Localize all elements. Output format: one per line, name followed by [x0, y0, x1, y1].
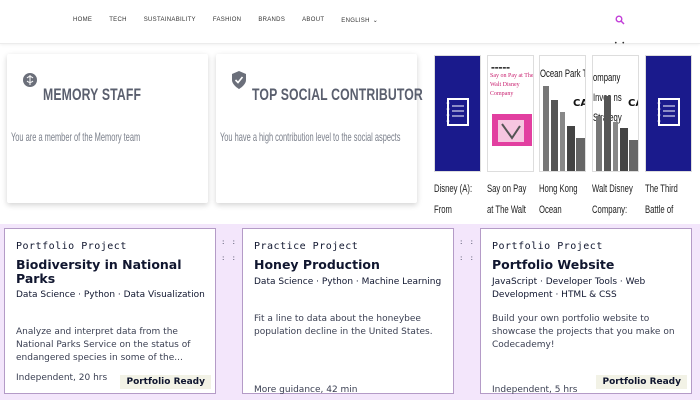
nav-item-home[interactable]: HOME — [73, 17, 92, 24]
badge-description: You are a member of the Memory team — [11, 130, 141, 144]
notebook-icon — [657, 98, 680, 126]
book-item[interactable]: ompany Inves ns Strategy CA Walt Disney … — [592, 55, 639, 216]
project-meta: More guidance, 42 min — [254, 385, 358, 395]
book-cover: ompany Inves ns Strategy CA — [592, 55, 639, 172]
portfolio-ready-badge: Portfolio Ready — [120, 375, 211, 389]
project-card-honey-production[interactable]: Practice Project Honey Production Data S… — [242, 228, 454, 395]
project-type: Portfolio Project — [16, 241, 127, 252]
cover-art — [492, 114, 532, 146]
badge-title: TOP SOCIAL CONTRIBUTOR — [252, 85, 423, 104]
language-label: ENGLISH — [341, 18, 370, 24]
book-cover — [434, 55, 481, 172]
nav-item-sustainability[interactable]: SUSTAINABILITY — [144, 17, 196, 24]
badge-title: MEMORY STAFF — [43, 85, 142, 104]
book-item[interactable]: Disney (A): From — [434, 55, 481, 216]
nav-menu: HOME TECH SUSTAINABILITY FASHION BRANDS … — [73, 17, 395, 24]
book-item[interactable]: ▬▬▬▬▬ Say on Pay at The Walt Disney Comp… — [487, 55, 534, 216]
project-type: Practice Project — [254, 241, 359, 252]
project-type: Portfolio Project — [492, 241, 603, 252]
project-title[interactable]: Biodiversity in National Parks — [16, 258, 207, 286]
project-tags: JavaScript · Developer Tools · Web Devel… — [492, 277, 646, 300]
project-description: Analyze and interpret data from the Nati… — [16, 327, 191, 363]
brain-icon — [23, 73, 37, 87]
project-tags: Data Science · Python · Data Visualizati… — [16, 290, 205, 300]
project-tags: Data Science · Python · Machine Learning — [254, 277, 442, 287]
badge-card-top-social-contributor: TOP SOCIAL CONTRIBUTOR You have a high c… — [216, 54, 423, 203]
project-card-portfolio-website[interactable]: Portfolio Project Portfolio Website Java… — [480, 228, 692, 395]
book-caption: Disney (A): From — [434, 183, 473, 216]
project-meta: Independent, 5 hrs — [492, 385, 578, 395]
book-cover — [645, 55, 692, 172]
book-cover: ▬▬▬▬▬ Say on Pay at The Walt Disney Comp… — [487, 55, 534, 172]
project-card-biodiversity[interactable]: Portfolio Project Biodiversity in Nation… — [4, 228, 216, 394]
nav-item-tech[interactable]: TECH — [109, 17, 127, 24]
book-caption: Walt Disney Company: — [592, 183, 633, 216]
dots-divider: : :: : — [460, 238, 476, 262]
nav-item-fashion[interactable]: FASHION — [213, 17, 241, 24]
project-description: Build your own portfolio website to show… — [492, 314, 675, 350]
project-title[interactable]: Honey Production — [254, 258, 445, 272]
nav-item-brands[interactable]: BRANDS — [258, 17, 285, 24]
notebook-icon — [446, 98, 469, 126]
project-meta: Independent, 20 hrs — [16, 373, 108, 383]
skyline-image — [596, 96, 638, 171]
dots-divider: • • — [614, 40, 626, 47]
language-selector[interactable]: ENGLISH ⌄ — [341, 17, 378, 24]
book-item[interactable]: Ocean Park Tal CA Hong Kong Ocean Park: — [539, 55, 586, 237]
project-title[interactable]: Portfolio Website — [492, 258, 683, 272]
book-cover: Ocean Park Tal CA — [539, 55, 586, 172]
portfolio-ready-badge: Portfolio Ready — [596, 375, 687, 389]
book-item[interactable]: The Third Battle of Bull Run: The — [645, 55, 692, 258]
book-caption: Say on Pay at The Walt — [487, 183, 527, 216]
skyline-image — [543, 86, 585, 171]
dots-divider: : :: : — [222, 238, 238, 262]
shield-check-icon — [232, 71, 246, 89]
badge-description: You have a high contribution level to th… — [220, 130, 401, 144]
search-icon[interactable] — [615, 15, 625, 25]
book-carousel: Disney (A): From ▬▬▬▬▬ Say on Pay at The… — [428, 48, 700, 258]
badge-card-memory-staff: MEMORY STAFF You are a member of the Mem… — [7, 54, 208, 203]
project-description: Fit a line to data about the honeybee po… — [254, 314, 433, 337]
nav-item-about[interactable]: ABOUT — [302, 17, 324, 24]
chevron-down-icon: ⌄ — [372, 18, 379, 24]
projects-section: Portfolio Project Biodiversity in Nation… — [0, 224, 700, 400]
top-nav: HOME TECH SUSTAINABILITY FASHION BRANDS … — [0, 0, 700, 44]
